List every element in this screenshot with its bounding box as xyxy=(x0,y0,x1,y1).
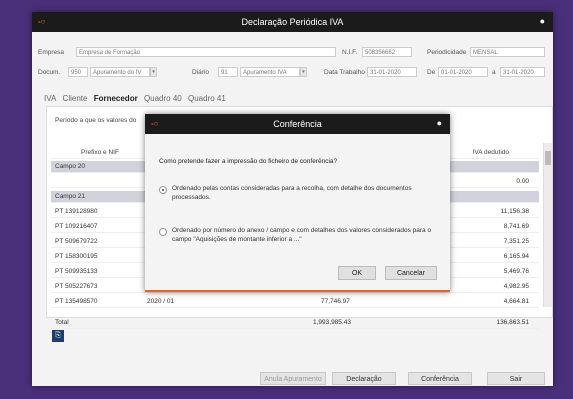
tab-iva[interactable]: IVA xyxy=(44,94,56,103)
col-iva-header: IVA dedutido xyxy=(472,149,509,156)
data-trabalho-field[interactable]: 31-01-2020 xyxy=(367,67,417,77)
dialog-title: Conferência xyxy=(273,119,322,129)
row-iva: 0.00 xyxy=(516,178,529,185)
sair-button[interactable]: Sair xyxy=(487,372,545,385)
de-label: De xyxy=(427,69,436,76)
row-mid-value: 77,746.97 xyxy=(321,298,350,305)
row-prefixo: PT 139128980 xyxy=(55,208,98,215)
row-prefixo: PT 509679722 xyxy=(55,238,98,245)
row-iva: 7,351.25 xyxy=(503,238,529,245)
dialog-question: Como pretende fazer a impressão do fiche… xyxy=(159,158,338,165)
cancelar-button[interactable]: Cancelar xyxy=(385,266,437,280)
row-prefixo: PT 135498570 xyxy=(55,298,98,305)
declaracao-button[interactable]: Declaração xyxy=(332,372,396,385)
periodicidade-label: Periodicidade xyxy=(427,49,467,56)
row-prefixo: Campo 20 xyxy=(55,163,85,170)
data-trabalho-label: Data Trabalho xyxy=(324,69,365,76)
a-field[interactable]: 31-01-2020 xyxy=(500,67,545,77)
option1-label[interactable]: Ordenado pelas contas consideradas para … xyxy=(172,184,432,202)
grid-total-row: Total 1,993,985.43 136,863.51 xyxy=(51,317,539,329)
docum-dropdown-icon[interactable]: ▾ xyxy=(150,67,157,77)
scrollbar-thumb[interactable] xyxy=(545,151,551,165)
de-field[interactable]: 01-01-2020 xyxy=(438,67,488,77)
docum-code-field[interactable]: 950 xyxy=(68,67,88,77)
docum-field[interactable]: Apuramento do IV xyxy=(90,67,150,77)
period-label: Período a que os valores do xyxy=(55,117,137,124)
total-label: Total xyxy=(55,319,69,326)
tab-bar: IVA Cliente Fornecedor Quadro 40 Quadro … xyxy=(44,94,230,103)
row-iva: 4,664.81 xyxy=(503,298,529,305)
a-label: a xyxy=(492,69,496,76)
row-iva: 4,982.95 xyxy=(503,283,529,290)
conferencia-dialog: -○ Conferência ● Como pretende fazer a i… xyxy=(145,114,450,292)
grid-scrollbar[interactable] xyxy=(543,143,552,307)
option2-radio[interactable] xyxy=(159,228,167,236)
table-row[interactable]: PT 135498570 2020 / 01 77,746.97 4,664.81 xyxy=(51,296,539,308)
window-titlebar: -○ Declaração Periódica IVA ● xyxy=(32,12,553,32)
tab-quadro-41[interactable]: Quadro 41 xyxy=(188,94,226,103)
col-prefixo-header: Prefixo e NIF xyxy=(81,149,119,156)
window-title: Declaração Periódica IVA xyxy=(241,17,344,27)
dialog-menu-icon[interactable]: ● xyxy=(437,118,442,128)
total-mid-value: 1,993,985.43 xyxy=(313,319,351,326)
row-iva: 6,165.94 xyxy=(503,253,529,260)
row-prefixo: PT 158300195 xyxy=(55,253,98,260)
anula-apuramento-button[interactable]: Anula Apuramento xyxy=(260,372,326,385)
row-prefixo: PT 109216407 xyxy=(55,223,98,230)
ok-button[interactable]: OK xyxy=(338,266,376,280)
docum-label: Docum. xyxy=(38,69,61,76)
export-icon[interactable]: ⎘ xyxy=(52,330,64,342)
nif-field[interactable]: 508356662 xyxy=(362,47,412,57)
diario-label: Diário xyxy=(192,69,209,76)
row-mid: 2020 / 01 xyxy=(147,298,175,305)
diario-code-field[interactable]: 91 xyxy=(218,67,238,77)
row-prefixo: PT 509935133 xyxy=(55,268,98,275)
tab-cliente[interactable]: Cliente xyxy=(63,94,88,103)
option1-radio[interactable] xyxy=(159,186,167,194)
row-iva: 11,156.38 xyxy=(500,208,529,215)
tab-quadro-40[interactable]: Quadro 40 xyxy=(144,94,182,103)
empresa-field[interactable]: Empresa de Formação xyxy=(76,47,336,57)
conferencia-button[interactable]: Conferência xyxy=(408,372,472,385)
nif-label: N.I.F. xyxy=(342,49,358,56)
dialog-accent-bar xyxy=(145,290,450,292)
diario-field[interactable]: Apuramento IVA xyxy=(240,67,300,77)
row-iva: 5,469.76 xyxy=(503,268,529,275)
diario-dropdown-icon[interactable]: ▾ xyxy=(300,67,307,77)
tab-fornecedor[interactable]: Fornecedor xyxy=(94,94,138,103)
window-menu-icon[interactable]: ● xyxy=(540,16,545,26)
option2-label[interactable]: Ordenado por número do anexo / campo e c… xyxy=(172,226,432,244)
total-iva-value: 136,863.51 xyxy=(496,319,529,326)
periodicidade-field[interactable]: MENSAL xyxy=(470,47,545,57)
empresa-label: Empresa xyxy=(38,49,65,56)
row-prefixo: Campo 21 xyxy=(55,193,85,200)
row-iva: 8,741.69 xyxy=(503,223,529,230)
row-prefixo: PT 505227673 xyxy=(55,283,98,290)
dialog-titlebar: -○ Conferência ● xyxy=(145,114,450,134)
